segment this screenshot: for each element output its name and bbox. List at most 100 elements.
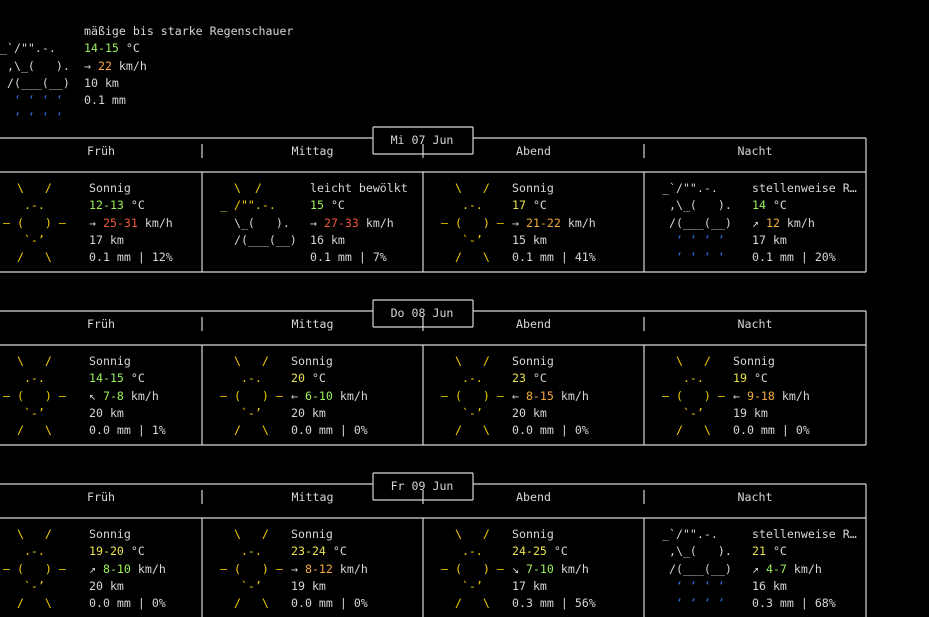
sun-icon: \ / .-. ― ( ) ― `-’ / \ xyxy=(662,354,725,438)
temperature: 23 xyxy=(512,371,526,386)
period-header: Mittag xyxy=(291,317,334,331)
visibility: 20 km xyxy=(89,405,124,420)
sun-icon: \ / .-. ― ( ) ― `-’ / \ xyxy=(3,354,66,438)
visibility: 16 km xyxy=(310,232,345,247)
sun-icon: \ / .-. ― ( ) ― `-’ / \ xyxy=(441,181,504,265)
period-header: Nacht xyxy=(737,317,773,331)
wind-speed: 27-33 xyxy=(323,215,359,230)
weather-description: Sonnig xyxy=(89,354,131,368)
wind-speed: 4-7 xyxy=(765,561,787,576)
wind-unit: km/h xyxy=(567,215,596,230)
wind-speed: 8-10 xyxy=(102,561,131,576)
temperature: 15 xyxy=(310,198,324,213)
wind-direction-icon: ↗ xyxy=(752,215,759,230)
wind-unit: km/h xyxy=(144,215,173,230)
period-details: Sonnig 24-25 °C ↘ 7-10 km/h 17 km 0.3 mm… xyxy=(512,526,596,612)
weather-description: Sonnig xyxy=(89,527,131,541)
current-temperature: 14-15 xyxy=(84,41,119,56)
precipitation: 0.0 mm | 0% xyxy=(291,596,368,611)
wind-unit: km/h xyxy=(786,215,815,230)
temperature: 19 xyxy=(733,371,747,386)
wind-unit: km/h xyxy=(793,561,822,576)
wind-direction-icon: ← xyxy=(291,388,298,403)
weather-description: stellenweise R… xyxy=(752,527,857,541)
day-label: Do 08 Jun xyxy=(390,306,454,320)
wind-unit: km/h xyxy=(137,561,166,576)
wind-unit: km/h xyxy=(560,388,589,403)
period-header: Früh xyxy=(87,317,115,331)
visibility: 20 km xyxy=(89,578,124,593)
sun-icon: \ / .-. ― ( ) ― `-’ / \ xyxy=(220,354,283,438)
temperature: 19-20 xyxy=(89,544,124,559)
period-header: Abend xyxy=(516,144,551,158)
wind-direction-icon: → xyxy=(89,215,96,230)
visibility: 19 km xyxy=(291,578,326,593)
sun-icon: \ / .-. ― ( ) ― `-’ / \ xyxy=(441,527,504,611)
period-header: Nacht xyxy=(737,144,773,158)
day-label: Fr 09 Jun xyxy=(390,479,454,493)
wind-speed: 21-22 xyxy=(525,215,561,230)
current-wind: 22 xyxy=(97,58,112,73)
sun-icon: \ / .-. ― ( ) ― `-’ / \ xyxy=(3,527,66,611)
sun-icon: \ / .-. ― ( ) ― `-’ / \ xyxy=(441,354,504,438)
weather-description: Sonnig xyxy=(291,354,333,368)
temperature: 14-15 xyxy=(89,371,124,386)
temperature: 20 xyxy=(291,371,305,386)
period-details: Sonnig 12-13 °C → 25-31 km/h 17 km 0.1 m… xyxy=(89,180,173,266)
visibility: 17 km xyxy=(752,232,787,247)
temperature-unit: °C xyxy=(532,371,547,386)
precipitation: 0.0 mm | 1% xyxy=(89,423,166,438)
temperature-unit: °C xyxy=(772,544,787,559)
wind-direction-icon: ↗ xyxy=(89,561,96,576)
visibility: 19 km xyxy=(733,405,768,420)
period-details: Sonnig 19-20 °C ↗ 8-10 km/h 20 km 0.0 mm… xyxy=(89,526,166,612)
wind-unit: km/h xyxy=(130,388,159,403)
temperature-unit: °C xyxy=(532,198,547,213)
wind-direction-icon: ↖ xyxy=(89,388,96,403)
precipitation: 0.0 mm | 0% xyxy=(291,423,368,438)
weather-description: leicht bewölkt xyxy=(310,181,408,195)
period-header: Abend xyxy=(516,490,551,504)
period-details: Sonnig 17 °C → 21-22 km/h 15 km 0.1 mm |… xyxy=(512,180,596,266)
temperature: 14 xyxy=(752,198,766,213)
wind-direction-icon: → xyxy=(310,215,317,230)
temperature-unit: °C xyxy=(130,198,145,213)
wind-unit: km/h xyxy=(339,561,368,576)
precipitation: 0.1 mm | 7% xyxy=(310,250,387,265)
temperature: 12-13 xyxy=(89,198,124,213)
current-visibility: 10 km xyxy=(84,75,119,90)
temperature-unit: °C xyxy=(553,544,568,559)
visibility: 20 km xyxy=(512,405,547,420)
wind-speed: 7-10 xyxy=(525,561,554,576)
sun-icon: \ / .-. ― ( ) ― `-’ / \ xyxy=(220,527,283,611)
temperature-unit: °C xyxy=(753,371,768,386)
period-details: Sonnig 23 °C ← 8-15 km/h 20 km 0.0 mm | … xyxy=(512,353,589,439)
temperature-unit: °C xyxy=(130,371,145,386)
temperature: 21 xyxy=(752,544,766,559)
precipitation: 0.1 mm | 12% xyxy=(89,250,173,265)
period-details: Sonnig 23-24 °C → 8-12 km/h 19 km 0.0 mm… xyxy=(291,526,368,612)
period-details: Sonnig 20 °C ← 6-10 km/h 20 km 0.0 mm | … xyxy=(291,353,368,439)
weather-description: Sonnig xyxy=(512,354,554,368)
precipitation: 0.3 mm | 68% xyxy=(752,596,836,611)
current-precipitation: 0.1 mm xyxy=(84,93,126,108)
wind-direction-icon: ↘ xyxy=(512,561,519,576)
temperature-unit: °C xyxy=(130,544,145,559)
day-label: Mi 07 Jun xyxy=(390,133,454,147)
temperature: 23-24 xyxy=(291,544,326,559)
precipitation: 0.1 mm | 20% xyxy=(752,250,836,265)
wind-speed: 8-12 xyxy=(304,561,333,576)
weather-description: Sonnig xyxy=(512,527,554,541)
wind-direction-icon: ← xyxy=(733,388,740,403)
wind-unit: km/h xyxy=(365,215,394,230)
sun-icon: \ / .-. ― ( ) ― `-’ / \ xyxy=(3,181,66,265)
partly-cloudy-icon: \ / _ /"".-. \_( ). /(___(__) xyxy=(220,181,297,247)
terminal-screen: _`/"".-. ,\_( ). /(___(__) ‘ ‘ ‘ ‘ ‘ ‘ ‘… xyxy=(0,0,929,617)
period-header: Früh xyxy=(87,144,115,158)
visibility: 17 km xyxy=(512,578,547,593)
visibility: 16 km xyxy=(752,578,787,593)
period-details: leicht bewölkt 15 °C → 27-33 km/h 16 km … xyxy=(310,180,408,266)
weather-description: Sonnig xyxy=(291,527,333,541)
period-header: Nacht xyxy=(737,490,773,504)
wind-speed: 7-8 xyxy=(102,388,124,403)
